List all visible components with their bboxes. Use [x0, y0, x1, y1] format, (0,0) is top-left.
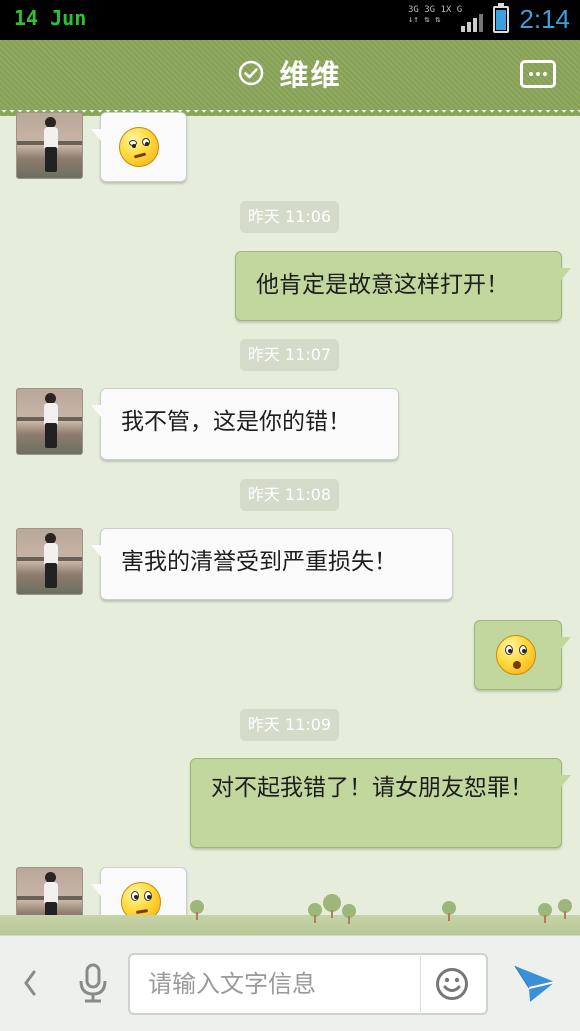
- message-bubble-left[interactable]: 害我的清誉受到严重损失！: [91, 528, 453, 600]
- emoji-picker-button[interactable]: [420, 956, 480, 1012]
- status-bar: 14 Jun 3G 3G 1X G ↓↑ ⇅ ⇅ 2:14: [0, 0, 580, 40]
- chat-header: 维维: [0, 40, 580, 116]
- shocked-face-icon: [496, 635, 536, 675]
- message-list[interactable]: 昨天 11:06 他肯定是故意这样打开！ 昨天 11:07 我不管，这是你的错！…: [0, 110, 580, 935]
- battery-icon: [493, 3, 509, 33]
- composer-bar: [0, 935, 580, 1031]
- message-text: 我不管，这是你的错！: [121, 409, 351, 435]
- contact-name[interactable]: 维维: [280, 52, 342, 94]
- squinting-suspicious-face-icon: [119, 127, 159, 167]
- contact-avatar[interactable]: [16, 388, 83, 455]
- message-text: 害我的清誉受到严重损失！: [121, 549, 397, 575]
- message-text: 他肯定是故意这样打开！: [256, 272, 509, 298]
- chevron-left-icon[interactable]: [20, 968, 40, 998]
- timestamp: 昨天 11:08: [240, 479, 339, 511]
- more-options-icon: [529, 72, 533, 76]
- network-activity-label: ↓↑ ⇅ ⇅: [408, 15, 441, 25]
- message-bubble-left[interactable]: 我不管，这是你的错！: [91, 388, 399, 460]
- timestamp: 昨天 11:07: [240, 339, 339, 371]
- title-wrap: 维维: [0, 52, 580, 94]
- status-date: 14 Jun: [14, 6, 87, 30]
- message-bubble-left[interactable]: [91, 112, 187, 182]
- microphone-icon[interactable]: [76, 962, 110, 1004]
- timestamp: 昨天 11:09: [240, 709, 339, 741]
- message-text: 对不起我错了！请女朋友恕罪！: [211, 775, 533, 801]
- signal-strength-icon: [461, 14, 483, 32]
- battery-level-fill: [496, 9, 506, 30]
- smiley-icon: [436, 968, 468, 1000]
- network-type-label: 3G 3G 1X G: [408, 5, 463, 15]
- message-bubble-right[interactable]: [474, 620, 571, 690]
- message-bubble-right[interactable]: 对不起我错了！请女朋友恕罪！: [190, 758, 571, 848]
- message-bubble-right[interactable]: 他肯定是故意这样打开！: [235, 251, 571, 321]
- decorative-hills: [0, 895, 580, 935]
- send-icon[interactable]: [512, 962, 558, 1004]
- status-time: 2:14: [519, 4, 570, 34]
- more-options-icon: [536, 72, 540, 76]
- more-options-icon: [543, 72, 547, 76]
- timestamp: 昨天 11:06: [240, 201, 339, 233]
- verified-check-icon: [239, 60, 264, 86]
- contact-avatar[interactable]: [16, 528, 83, 595]
- contact-avatar[interactable]: [16, 112, 83, 179]
- more-options-button[interactable]: [520, 60, 556, 88]
- network-indicators: 3G 3G 1X G ↓↑ ⇅ ⇅: [408, 5, 468, 33]
